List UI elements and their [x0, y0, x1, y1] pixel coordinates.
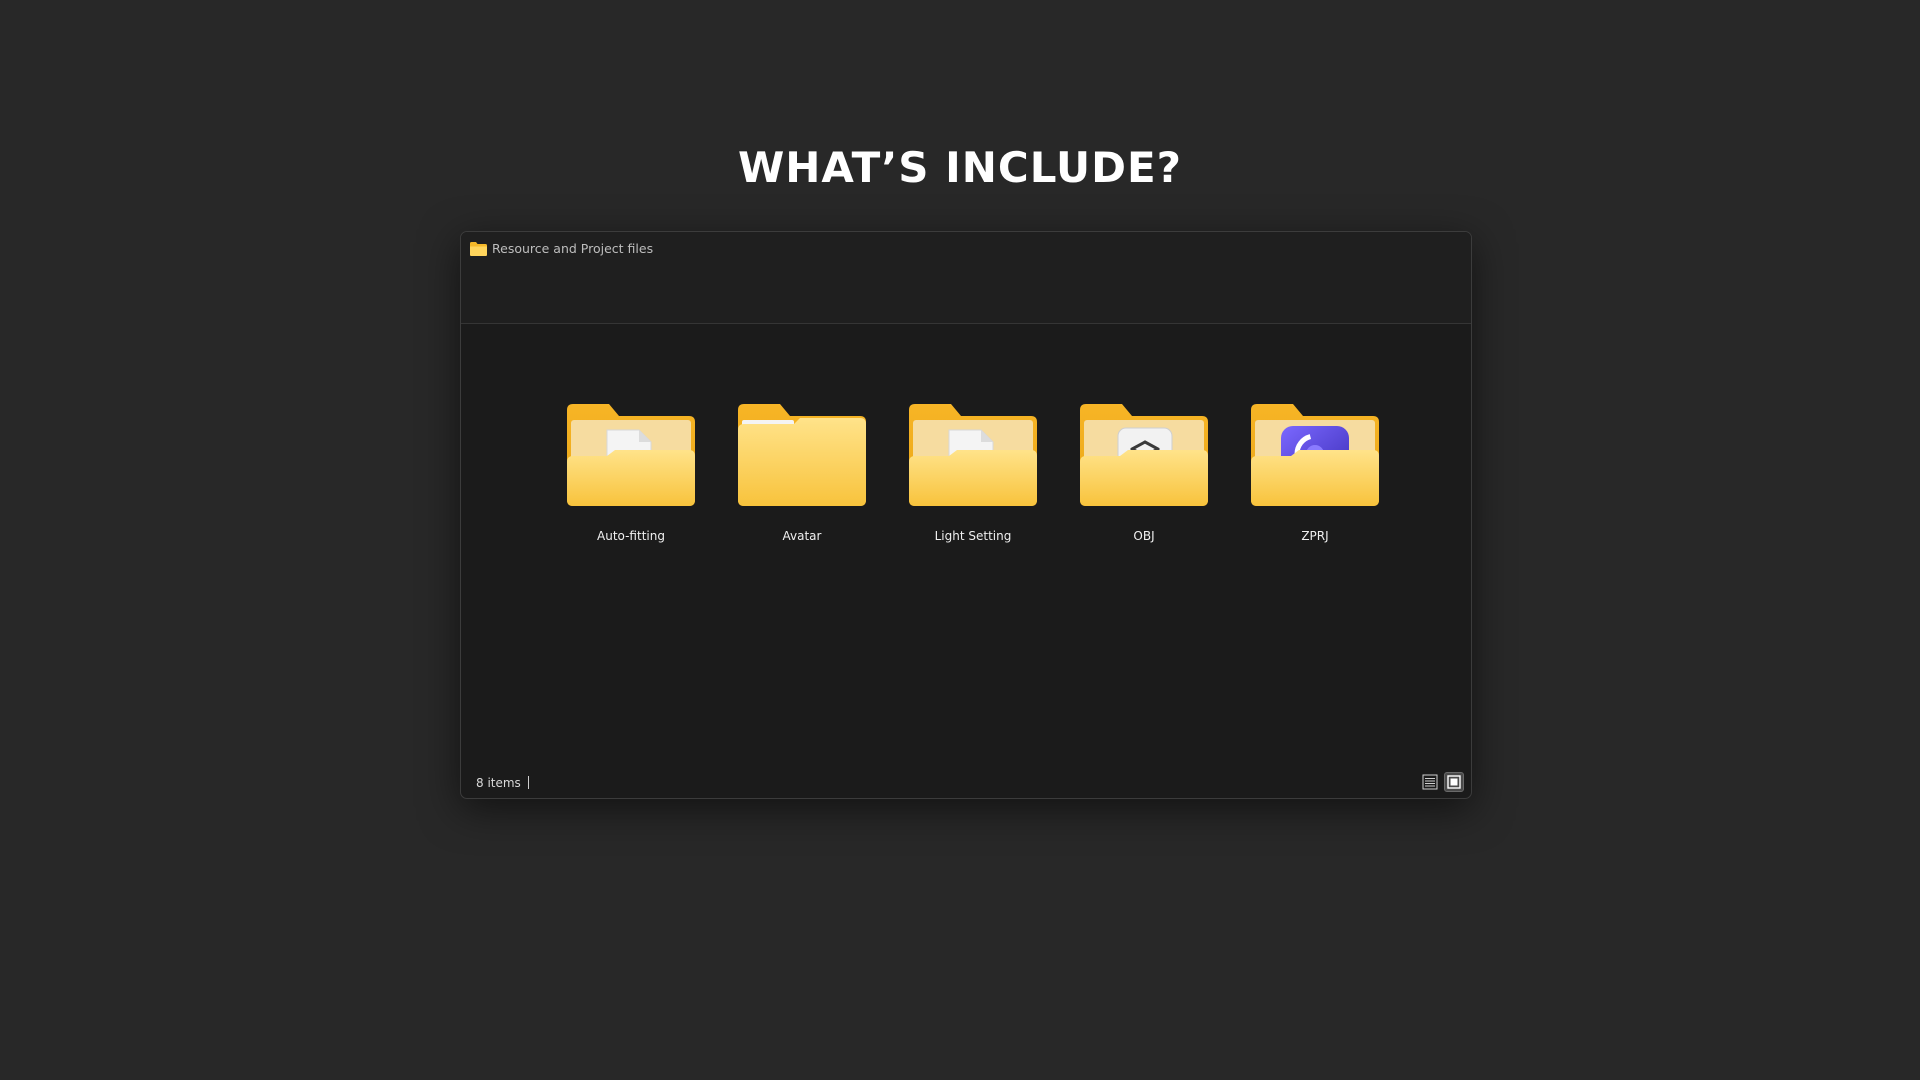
- folder-item-light-setting[interactable]: Light Setting: [903, 404, 1043, 554]
- folder-with-document-icon: [909, 404, 1037, 506]
- details-view-button[interactable]: [1420, 772, 1440, 792]
- folder-grid: Auto-fitting Avatar Light Setting OBJ ZP…: [461, 324, 1471, 754]
- details-view-icon: [1422, 774, 1438, 790]
- folder-with-document-icon: [567, 404, 695, 506]
- folder-icon: [470, 242, 487, 256]
- large-icons-view-button[interactable]: [1444, 772, 1464, 792]
- folder-item-zprj[interactable]: ZPRJ: [1245, 404, 1385, 554]
- page-title: WHAT’S INCLUDE?: [737, 143, 1183, 192]
- window-titlebar: Resource and Project files: [461, 232, 1471, 324]
- folder-label: Avatar: [782, 529, 822, 543]
- file-explorer-window: Resource and Project files Auto-fitting: [460, 231, 1472, 799]
- item-count: 8 items: [476, 776, 521, 790]
- folder-with-3d-object-icon: [1080, 404, 1208, 506]
- folder-icon: [738, 404, 866, 506]
- status-divider: [528, 776, 529, 789]
- folder-label: ZPRJ: [1301, 529, 1329, 543]
- folder-item-obj[interactable]: OBJ: [1074, 404, 1214, 554]
- page: WHAT’S INCLUDE? Resource and Project fil…: [0, 0, 1920, 1080]
- status-bar: 8 items: [461, 768, 1471, 798]
- folder-with-app-icon: [1251, 404, 1379, 506]
- window-title: Resource and Project files: [492, 241, 654, 256]
- folder-label: Light Setting: [934, 529, 1012, 543]
- folder-item-avatar[interactable]: Avatar: [732, 404, 872, 554]
- folder-item-auto-fitting[interactable]: Auto-fitting: [561, 404, 701, 554]
- folder-label: OBJ: [1133, 529, 1155, 543]
- folder-label: Auto-fitting: [597, 529, 665, 543]
- large-icons-view-icon: [1447, 775, 1461, 789]
